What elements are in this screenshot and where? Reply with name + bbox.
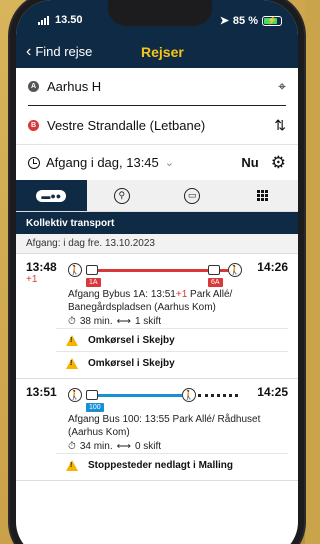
from-text: Aarhus H [47, 79, 102, 94]
delay-label: +1 [26, 274, 38, 285]
duration: 38 min. [79, 316, 113, 327]
timer-icon: ⏱ [68, 316, 76, 327]
swap-icon[interactable]: ⇅ [274, 117, 286, 134]
public-transport-icon: ▬●● [36, 189, 67, 202]
from-field[interactable]: A Aarhus H ⌖ [28, 68, 286, 106]
warning-item[interactable]: Stoppesteder nedlagt i Malling [66, 454, 288, 476]
status-right: ➤ 85 % ⚡ [220, 14, 282, 27]
trip-meta: ⏱ 38 min. ⟷ 1 skift [68, 315, 288, 328]
status-bar: 13.50 ➤ 85 % ⚡ [16, 0, 298, 40]
warning-icon [66, 357, 78, 369]
nav-bar: ‹ Find rejse Rejser [16, 40, 298, 68]
bus-icon [86, 265, 98, 275]
line-tag: 6A [208, 278, 223, 287]
chevron-down-icon[interactable]: ⌄ [165, 156, 174, 169]
walk-icon: 🚶 [228, 263, 242, 277]
battery-icon: ⚡ [262, 15, 282, 26]
battery-percent: 85 % [232, 14, 258, 27]
walk-icon: 🚶 [182, 388, 196, 402]
warning-item[interactable]: Omkørsel i Skejby [66, 329, 288, 351]
transfer-icon: ⟷ [116, 441, 131, 452]
arrival-time: 14:25 [257, 385, 288, 399]
mode-tabs: ▬●● ⚲ ▭ [16, 180, 298, 212]
clock-icon [28, 156, 40, 169]
bicycle-icon: ⚲ [113, 187, 130, 204]
route-stops: A Aarhus H ⌖ B Vestre Strandalle (Letban… [16, 68, 298, 144]
warning-icon [66, 459, 78, 471]
signal-icon [38, 15, 49, 25]
route-segment-1a [98, 269, 208, 272]
page-title: Rejser [141, 44, 184, 60]
status-time: 13.50 [55, 14, 83, 26]
departure-time: 13:51 [26, 385, 57, 399]
transfers: 0 skift [134, 441, 162, 452]
line-tag: 100 [86, 403, 104, 412]
warning-icon [66, 334, 78, 346]
trip-meta: ⏱ 34 min. ⟷ 0 skift [68, 440, 288, 453]
now-button[interactable]: Nu [241, 155, 258, 170]
line-tag: 1A [86, 278, 101, 287]
transfer-icon: ⟷ [116, 316, 131, 327]
duration: 34 min. [79, 441, 113, 452]
tab-public-transport[interactable]: ▬●● [16, 180, 87, 211]
location-arrow-icon: ➤ [219, 15, 229, 27]
walk-segment [198, 394, 238, 397]
app-screen: 13.50 ➤ 85 % ⚡ ‹ Find rejse Rejser A Aar… [16, 0, 298, 544]
departure-time: 13:48 +1 [26, 260, 68, 285]
tab-bicycle[interactable]: ⚲ [87, 180, 158, 211]
trip-timeline: 🚶 1A 6A 🚶 [68, 260, 244, 288]
departure-time-button[interactable]: Afgang i dag, 13:45 [46, 155, 159, 170]
current-location-icon[interactable]: ⌖ [278, 78, 286, 95]
walk-icon: 🚶 [68, 263, 82, 277]
warning-item[interactable]: Omkørsel i Skejby [66, 352, 288, 374]
bus-icon [208, 265, 220, 275]
trip-card[interactable]: 13:51 🚶 100 🚶 14:25 Afgang Bus 100: 13:5… [16, 379, 298, 481]
time-selector: Afgang i dag, 13:45 ⌄ Nu ⚙ [16, 144, 298, 180]
transfers: 1 skift [134, 316, 162, 327]
trip-description: Afgang Bus 100: 13:55 Park Allé/ Rådhuse… [68, 414, 261, 438]
phone-frame: 13.50 ➤ 85 % ⚡ ‹ Find rejse Rejser A Aar… [10, 0, 304, 544]
chevron-left-icon: ‹ [26, 42, 32, 60]
section-title: Kollektiv transport [16, 212, 298, 234]
walk-icon: 🚶 [68, 388, 82, 402]
tab-car[interactable]: ▭ [157, 180, 228, 211]
trip-timeline: 🚶 100 🚶 [68, 385, 244, 413]
from-badge: A [28, 81, 39, 92]
to-text: Vestre Strandalle (Letbane) [47, 117, 206, 133]
car-icon: ▭ [184, 187, 201, 204]
trip-description: Afgang Bybus 1A: 13:51+1 Park Allé/ Bane… [68, 289, 233, 313]
back-button[interactable]: ‹ Find rejse [26, 42, 93, 60]
arrival-time: 14:26 [257, 260, 288, 274]
notch [108, 0, 212, 26]
trip-card[interactable]: 13:48 +1 🚶 1A 6A 🚶 14:26 Afgang Bybus 1A… [16, 254, 298, 379]
bus-icon [86, 390, 98, 400]
grid-icon [257, 190, 269, 201]
date-header: Afgang: i dag fre. 13.10.2023 [16, 234, 298, 254]
back-label: Find rejse [35, 44, 93, 59]
route-segment-100 [98, 394, 182, 397]
timer-icon: ⏱ [68, 441, 76, 452]
gear-icon[interactable]: ⚙ [271, 153, 286, 173]
to-badge: B [28, 119, 39, 131]
status-left: 13.50 [38, 14, 83, 26]
tab-more[interactable] [228, 180, 299, 211]
to-field[interactable]: B Vestre Strandalle (Letbane) ⇅ [28, 106, 286, 144]
route-segment-6a [220, 269, 228, 272]
